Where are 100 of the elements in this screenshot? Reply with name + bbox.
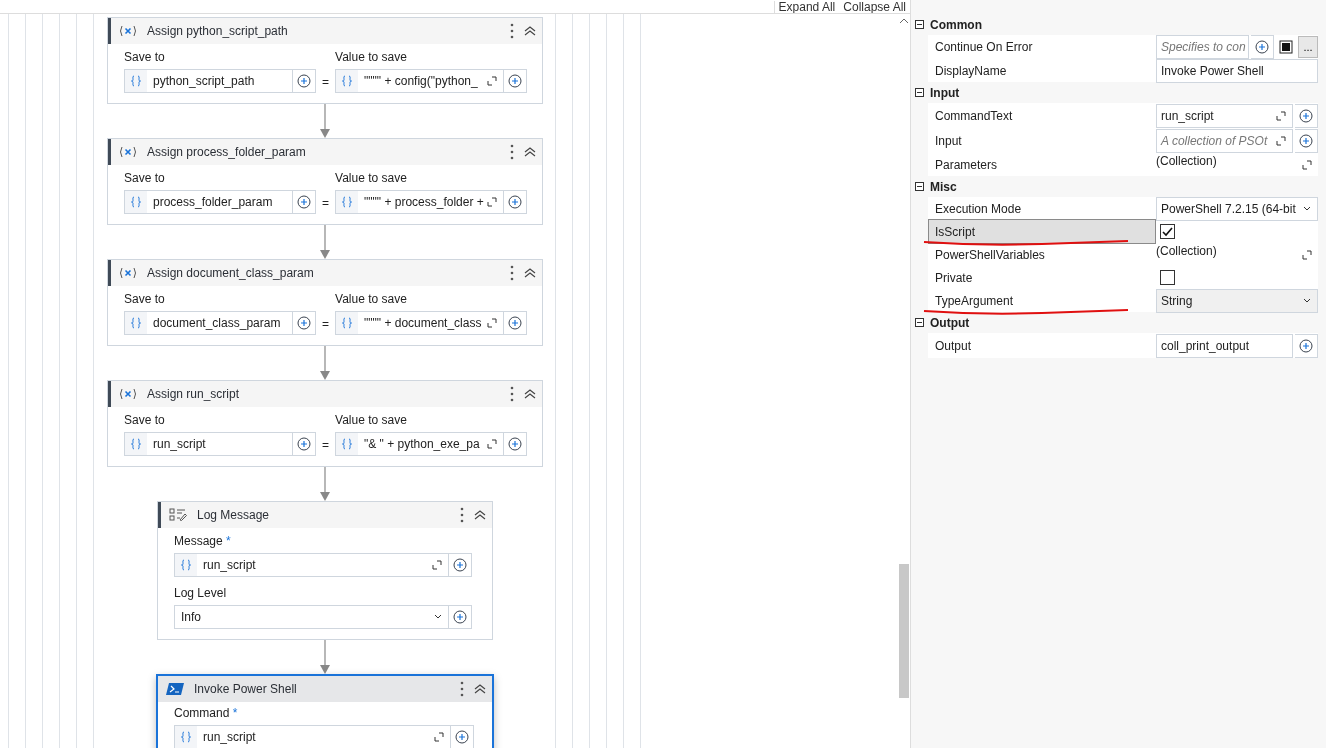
add-icon[interactable] [1299,133,1313,148]
expression-field[interactable]: A collection of PSOt [1156,128,1293,153]
caret-icon [434,614,442,620]
more-icon[interactable] [460,681,464,697]
collapse-icon[interactable] [474,683,486,695]
property-label[interactable]: Private [928,265,1156,290]
add-icon[interactable] [1299,338,1313,353]
equals-sign: = [322,75,329,91]
collapse-icon[interactable] [524,267,536,279]
dropdown-field[interactable]: PowerShell 7.2.15 (64-bit [1156,196,1318,221]
collapse-icon[interactable] [915,318,924,327]
expression-field[interactable]: "& " + python_exe_pa [335,432,527,456]
add-icon[interactable] [508,316,522,330]
expand-icon[interactable] [1302,159,1312,170]
activity-card[interactable]: Assign python_script_path Save to python_script_path = Value to save """" + config("python_ [107,17,543,104]
expand-icon[interactable] [434,732,444,742]
expression-field[interactable]: run_script [1156,103,1293,128]
expand-icon[interactable] [1302,249,1312,260]
property-label[interactable]: Execution Mode [928,196,1156,221]
add-icon[interactable] [297,74,311,88]
property-label[interactable]: Continue On Error [928,34,1156,60]
property-label[interactable]: Output [928,332,1156,359]
expression-field[interactable]: process_folder_param [124,190,316,214]
braces-icon [131,438,141,450]
more-icon[interactable] [510,144,514,160]
expression-field[interactable]: """" + document_class [335,311,527,335]
add-icon[interactable] [297,316,311,330]
add-icon[interactable] [453,558,467,572]
add-icon[interactable] [508,195,522,209]
scroll-up-icon[interactable] [899,18,909,24]
more-icon[interactable] [510,23,514,39]
expression-field[interactable]: Specifies to con [1156,35,1249,59]
activity-card[interactable]: Invoke Power Shell Command * run_script [156,674,494,748]
add-icon[interactable] [1299,108,1313,123]
property-label[interactable]: DisplayName [928,58,1156,83]
collapse-icon[interactable] [524,146,536,158]
expand-icon[interactable] [487,197,497,207]
activity-title: Assign python_script_path [147,24,289,38]
activity-card[interactable]: Log Message Message * run_script Log Level Info [157,501,493,640]
activity-card[interactable]: Assign process_folder_param Save to process_folder_param = Value to save """" + process_folder + [107,138,543,225]
property-label[interactable]: IsScript [928,219,1156,244]
braces-icon [131,317,141,329]
activity-title: Log Message [197,508,271,522]
expand-icon[interactable] [487,76,497,86]
expression-field[interactable]: run_script [124,432,316,456]
property-label[interactable]: Parameters [928,152,1156,177]
collapse-icon[interactable] [915,182,924,191]
equals-sign: = [322,196,329,212]
expression-field[interactable]: document_class_param [124,311,316,335]
add-icon[interactable] [1255,40,1269,54]
more-icon[interactable] [510,265,514,281]
add-icon[interactable] [455,730,469,744]
add-icon[interactable] [297,195,311,209]
expression-field[interactable]: python_script_path [124,69,316,93]
expression-field[interactable]: """" + process_folder + [335,190,527,214]
variable-field[interactable]: coll_print_output [1156,333,1293,358]
collapse-all-button[interactable]: Collapse All [839,1,910,13]
toggle-icon[interactable] [1279,40,1293,54]
braces-icon [181,731,191,743]
caret-icon [1303,297,1311,304]
expression-field[interactable]: """" + config("python_ [335,69,527,93]
property-label[interactable]: PowerShellVariables [928,242,1156,267]
more-button[interactable]: ... [1298,36,1318,58]
connector-arrow [320,225,330,259]
dropdown-field[interactable]: String [1156,288,1318,313]
collapse-icon[interactable] [524,25,536,37]
braces-icon [342,75,352,87]
property-label[interactable]: TypeArgument [928,288,1156,313]
collapse-icon[interactable] [915,20,924,29]
checkbox[interactable] [1160,270,1175,285]
property-label[interactable]: Input [928,127,1156,154]
expression-field[interactable]: run_script [174,553,472,577]
more-icon[interactable] [460,507,464,523]
expression-field[interactable]: run_script [174,725,474,748]
checkbox[interactable] [1160,224,1175,239]
collapse-icon[interactable] [474,509,486,521]
expand-icon[interactable] [1276,135,1286,146]
expand-icon[interactable] [432,560,442,570]
expand-icon[interactable] [487,318,497,328]
expand-icon[interactable] [487,439,497,449]
activity-card[interactable]: Assign document_class_param Save to document_class_param = Value to save """" + document_class [107,259,543,346]
more-icon[interactable] [510,386,514,402]
field-label: Value to save [335,50,408,64]
add-icon[interactable] [453,610,467,624]
add-icon[interactable] [508,437,522,451]
collection-value: (Collection) [1156,153,1218,168]
connector-arrow [320,104,330,138]
expand-icon[interactable] [1276,110,1286,121]
add-icon[interactable] [297,437,311,451]
scrollbar-thumb[interactable] [899,564,909,698]
collapse-icon[interactable] [915,88,924,97]
activity-card[interactable]: Assign run_script Save to run_script = Value to save "& " + python_exe_pa [107,380,543,467]
expand-all-button[interactable]: Expand All [773,1,840,13]
collapse-icon[interactable] [524,388,536,400]
caret-icon [1303,205,1311,212]
add-icon[interactable] [508,74,522,88]
text-field[interactable]: Invoke Power Shell [1156,58,1318,83]
braces-icon [342,196,352,208]
dropdown-field[interactable]: Info [174,605,472,629]
property-label[interactable]: CommandText [928,102,1156,129]
